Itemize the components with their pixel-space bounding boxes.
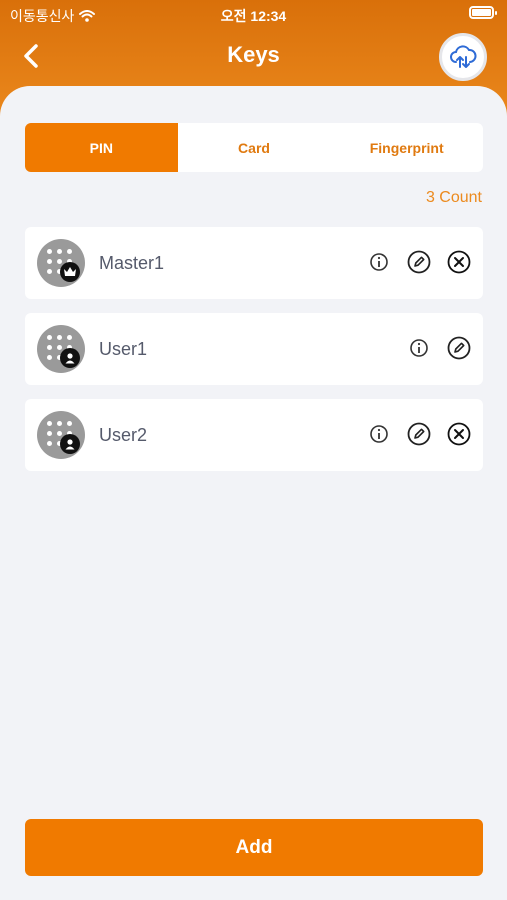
key-type-tabs: PIN Card Fingerprint xyxy=(25,123,483,172)
tab-fingerprint[interactable]: Fingerprint xyxy=(330,123,483,172)
keypad-avatar xyxy=(37,411,85,459)
edit-icon xyxy=(407,250,431,274)
delete-button[interactable] xyxy=(447,250,471,274)
tab-pin[interactable]: PIN xyxy=(25,123,178,172)
edit-icon xyxy=(447,336,471,360)
info-icon xyxy=(370,253,388,271)
tab-card[interactable]: Card xyxy=(178,123,331,172)
info-button[interactable] xyxy=(367,422,391,446)
key-actions xyxy=(407,336,471,360)
edit-button[interactable] xyxy=(407,250,431,274)
edit-icon xyxy=(407,422,431,446)
battery-icon xyxy=(469,6,497,19)
key-item-master1[interactable]: Master1 xyxy=(25,227,483,299)
status-bar: 이동통신사 오전 12:34 xyxy=(0,0,507,28)
cloud-sync-button[interactable] xyxy=(439,33,487,81)
user-icon xyxy=(60,348,80,368)
key-list: Master1 User1 User2 xyxy=(25,227,483,485)
info-button[interactable] xyxy=(367,250,391,274)
info-icon xyxy=(370,425,388,443)
info-icon xyxy=(410,339,428,357)
keypad-avatar xyxy=(37,325,85,373)
add-button[interactable]: Add xyxy=(25,819,483,876)
key-name: Master1 xyxy=(99,253,165,273)
delete-icon xyxy=(447,422,471,446)
delete-icon xyxy=(447,250,471,274)
edit-button[interactable] xyxy=(407,422,431,446)
status-time: 오전 12:34 xyxy=(220,8,287,24)
key-actions xyxy=(367,422,471,446)
info-button[interactable] xyxy=(407,336,431,360)
key-count: 3 Count xyxy=(425,189,482,206)
key-item-user2[interactable]: User2 xyxy=(25,399,483,471)
edit-button[interactable] xyxy=(447,336,471,360)
key-name: User2 xyxy=(99,425,148,445)
user-icon xyxy=(60,434,80,454)
keypad-avatar xyxy=(37,239,85,287)
delete-button[interactable] xyxy=(447,422,471,446)
key-item-user1[interactable]: User1 xyxy=(25,313,483,385)
crown-icon xyxy=(60,262,80,282)
page-title: Keys xyxy=(227,42,280,67)
content-panel: PIN Card Fingerprint 3 Count Master1 Use… xyxy=(0,86,507,900)
key-name: User1 xyxy=(99,339,148,359)
cloud-sync-icon xyxy=(450,45,477,68)
key-actions xyxy=(367,250,471,274)
